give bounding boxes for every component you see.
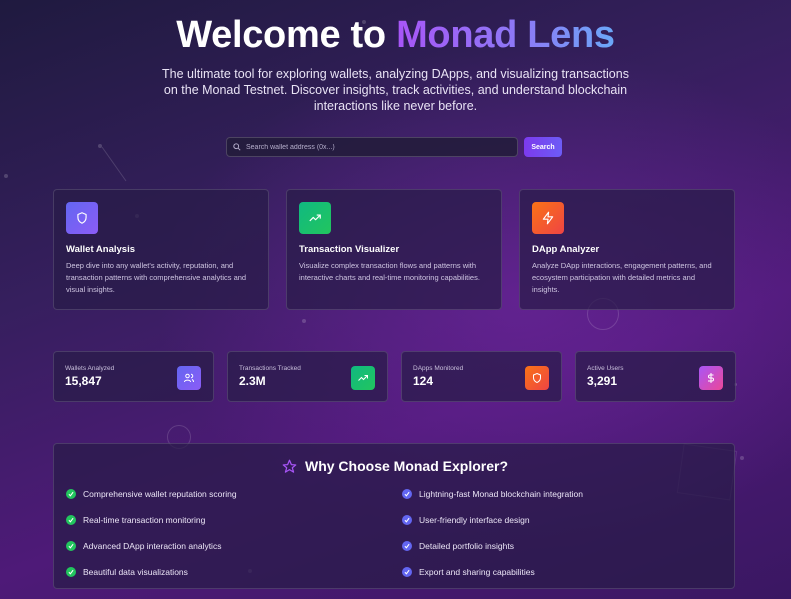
check-circle-icon [66, 541, 76, 551]
search-field[interactable] [226, 137, 518, 157]
title-accent: Monad Lens [396, 14, 615, 56]
zap-icon [532, 202, 564, 234]
trending-up-icon [299, 202, 331, 234]
check-circle-icon [402, 567, 412, 577]
star-icon [282, 459, 297, 473]
feature-list-text: Beautiful data visualizations [83, 567, 188, 577]
stat-card-active-users: Active Users 3,291 [575, 351, 736, 402]
dollar-icon [699, 366, 723, 390]
feature-title: DApp Analyzer [532, 244, 600, 255]
trending-up-icon [351, 366, 375, 390]
title-prefix: Welcome to [176, 14, 397, 56]
stat-card-dapps-monitored: DApps Monitored 124 [401, 351, 562, 402]
shield-icon [525, 366, 549, 390]
feature-list-item: Detailed portfolio insights [402, 541, 514, 551]
check-circle-icon [66, 489, 76, 499]
why-title: Why Choose Monad Explorer? [304, 458, 508, 474]
feature-list-item: Beautiful data visualizations [66, 567, 188, 577]
feature-card-dapp-analyzer[interactable]: DApp Analyzer Analyze DApp interactions,… [519, 189, 735, 310]
shield-icon [66, 202, 98, 234]
feature-title: Transaction Visualizer [299, 244, 400, 255]
feature-list-text: Detailed portfolio insights [419, 541, 514, 551]
feature-list-item: Export and sharing capabilities [402, 567, 535, 577]
feature-description: Deep dive into any wallet's activity, re… [66, 261, 247, 294]
feature-card-transaction-visualizer[interactable]: Transaction Visualizer Visualize complex… [286, 189, 502, 310]
feature-title: Wallet Analysis [66, 244, 135, 255]
check-circle-icon [66, 567, 76, 577]
feature-list-text: Comprehensive wallet reputation scoring [83, 489, 237, 499]
feature-description: Visualize complex transaction flows and … [299, 261, 480, 282]
check-circle-icon [402, 489, 412, 499]
feature-list-item: Lightning-fast Monad blockchain integrat… [402, 489, 583, 499]
stat-card-wallets-analyzed: Wallets Analyzed 15,847 [53, 351, 214, 402]
search-button[interactable]: Search [524, 137, 562, 157]
feature-list-item: Advanced DApp interaction analytics [66, 541, 221, 551]
feature-card-wallet-analysis[interactable]: Wallet Analysis Deep dive into any walle… [53, 189, 269, 310]
feature-description: Analyze DApp interactions, engagement pa… [532, 261, 712, 294]
feature-list-text: Advanced DApp interaction analytics [83, 541, 222, 551]
search-icon [233, 143, 241, 151]
check-circle-icon [402, 541, 412, 551]
stat-card-transactions-tracked: Transactions Tracked 2.3M [227, 351, 388, 402]
users-icon [177, 366, 201, 390]
feature-list-text: Export and sharing capabilities [419, 567, 535, 577]
feature-list-text: Lightning-fast Monad blockchain integrat… [419, 489, 583, 499]
feature-list-item: Comprehensive wallet reputation scoring [66, 489, 237, 499]
search-input[interactable] [246, 143, 506, 151]
feature-list-item: User-friendly interface design [402, 515, 530, 525]
feature-list-text: Real-time transaction monitoring [83, 515, 206, 525]
page-title: Welcome to Monad Lens [0, 14, 791, 57]
why-header: Why Choose Monad Explorer? [54, 458, 736, 474]
search-bar: Search [226, 137, 562, 157]
hero-subtitle: The ultimate tool for exploring wallets,… [162, 67, 629, 113]
check-circle-icon [402, 515, 412, 525]
check-circle-icon [66, 515, 76, 525]
feature-list-text: User-friendly interface design [419, 515, 530, 525]
why-choose-section: Why Choose Monad Explorer? Comprehensive… [53, 443, 735, 589]
feature-list-item: Real-time transaction monitoring [66, 515, 205, 525]
